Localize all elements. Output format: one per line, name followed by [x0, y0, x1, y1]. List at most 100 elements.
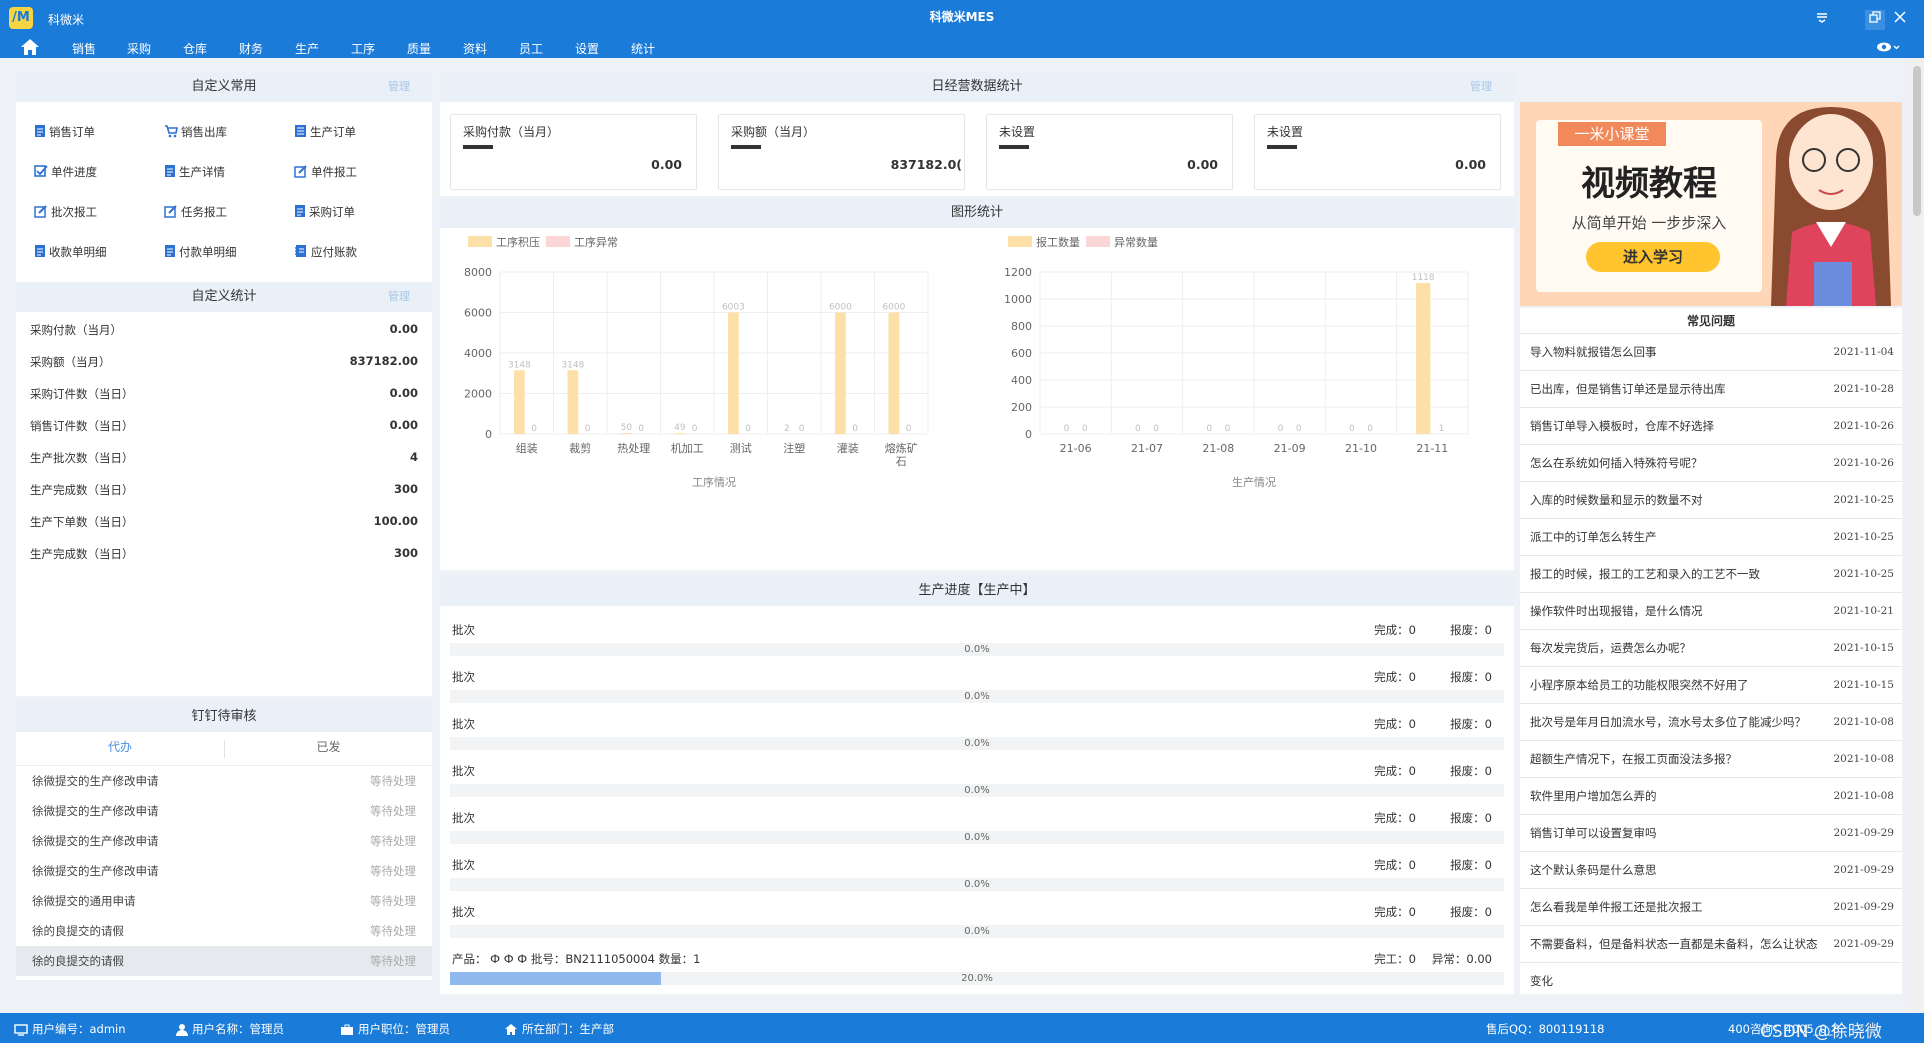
- progress-panel: 生产进度【生产中】 批次 完成：0 报废：0 0.0% 批次 完成：0 报废：0 0.0% 批次…: [440, 576, 1514, 994]
- faq-item[interactable]: 怎么在系统如何插入特殊符号呢？ 2021-10-26: [1520, 445, 1902, 482]
- bar: [567, 370, 579, 434]
- quick-production-order[interactable]: 生产订单: [294, 124, 356, 140]
- progress-scrap: 报废：0: [1450, 905, 1492, 919]
- faq-item[interactable]: 每次发完货后，运费怎么办呢？ 2021-10-15: [1520, 630, 1902, 667]
- restore-icon[interactable]: [1865, 10, 1885, 30]
- daily-stats-title: 日经营数据统计: [931, 79, 1023, 94]
- faq-item[interactable]: 这个默认条码是什么意思 2021-09-29: [1520, 852, 1902, 889]
- y-tick-label: 1000: [1004, 293, 1032, 306]
- quick-purchase-order[interactable]: 采购订单: [294, 204, 355, 220]
- menu-purchase[interactable]: 采购: [127, 40, 151, 57]
- approval-item[interactable]: 徐微提交的生产修改申请 等待处理: [16, 796, 432, 826]
- faq-date: 2021-10-25: [1833, 494, 1894, 506]
- faq-item[interactable]: 小程序原本给员工的功能权限突然不好用了 2021-10-15: [1520, 667, 1902, 704]
- close-icon[interactable]: [1890, 10, 1910, 30]
- graph-title: 图形统计: [950, 205, 1003, 220]
- faq-item-continued[interactable]: 变化: [1520, 963, 1902, 1000]
- faq-item[interactable]: 报工的时候，报工的工艺和录入的工艺不一致 2021-10-25: [1520, 556, 1902, 593]
- banner-title: 视频教程: [1581, 164, 1717, 204]
- faq-item[interactable]: 销售订单导入模板时，仓库不好选择 2021-10-26: [1520, 408, 1902, 445]
- quick-sales-order[interactable]: 销售订单: [34, 124, 95, 140]
- menu-down-icon[interactable]: [1812, 10, 1832, 30]
- stat-card: 未设置 0.00: [986, 114, 1233, 190]
- card-bar: [999, 145, 1029, 149]
- faq-date: 2021-10-21: [1833, 605, 1894, 617]
- faq-question: 超额生产情况下，在报工页面没法多报？: [1530, 752, 1737, 766]
- bar-value-label: 0: [692, 424, 698, 434]
- banner-learn-button[interactable]: 进入学习: [1586, 242, 1720, 272]
- ledger-icon: [295, 245, 306, 257]
- menu-quality[interactable]: 质量: [407, 40, 431, 57]
- tab-todo[interactable]: 代办: [16, 732, 224, 762]
- approval-item[interactable]: 徐微提交的生产修改申请 等待处理: [16, 856, 432, 886]
- status-qq: 售后QQ：800119118: [1486, 1022, 1605, 1036]
- approval-item[interactable]: 徐微提交的通用申请 等待处理: [16, 886, 432, 916]
- quick-sales-outbound[interactable]: 销售出库: [164, 124, 227, 140]
- quick-production-detail[interactable]: 生产详情: [164, 164, 225, 180]
- x-tick-label: 21-06: [1060, 442, 1092, 455]
- bar-value-label: 50: [621, 423, 633, 433]
- daily-stats-manage-link[interactable]: 管理: [1470, 72, 1492, 102]
- faq-item[interactable]: 操作软件时出现报错，是什么情况 2021-10-21: [1520, 593, 1902, 630]
- faq-item[interactable]: 销售订单可以设置复审吗 2021-09-29: [1520, 815, 1902, 852]
- menu-warehouse[interactable]: 仓库: [183, 40, 207, 57]
- approval-item[interactable]: 徐的良提交的请假 等待处理: [16, 946, 432, 976]
- tab-sent[interactable]: 已发: [225, 732, 432, 762]
- faq-item[interactable]: 已出库，但是销售订单还是显示待出库 2021-10-28: [1520, 371, 1902, 408]
- faq-item[interactable]: 批次号是年月日加流水号，流水号太多位了能减少吗？ 2021-10-08: [1520, 704, 1902, 741]
- menu-production[interactable]: 生产: [295, 40, 319, 57]
- custom-common-manage-link[interactable]: 管理: [388, 72, 410, 102]
- quick-payables[interactable]: 应付账款: [294, 244, 357, 260]
- scrollbar[interactable]: [1910, 58, 1924, 1013]
- y-tick-label: 0: [1025, 428, 1032, 441]
- faq-item[interactable]: 超额生产情况下，在报工页面没法多报？ 2021-10-08: [1520, 741, 1902, 778]
- faq-date: 2021-09-29: [1833, 938, 1894, 950]
- faq-item[interactable]: 软件里用户增加怎么弄的 2021-10-08: [1520, 778, 1902, 815]
- faq-question: 导入物料就报错怎么回事: [1530, 345, 1657, 359]
- quick-single-report[interactable]: 单件报工: [294, 164, 357, 180]
- faq-question: 派工中的订单怎么转生产: [1530, 530, 1657, 544]
- video-banner[interactable]: 一米小课堂 视频教程 从简单开始 一步步深入 进入学习: [1520, 102, 1902, 306]
- progress-percent: 0.0%: [964, 926, 990, 937]
- menu-finance[interactable]: 财务: [239, 40, 263, 57]
- quick-batch-report[interactable]: 批次报工: [34, 204, 97, 220]
- menu-sales[interactable]: 销售: [72, 40, 96, 57]
- menu-data[interactable]: 资料: [463, 40, 487, 57]
- stat-row: 生产完成数（当日） 300: [30, 482, 418, 497]
- faq-item[interactable]: 派工中的订单怎么转生产 2021-10-25: [1520, 519, 1902, 556]
- progress-row: 批次 完成：0 报废：0 0.0%: [450, 800, 1504, 846]
- faq-item[interactable]: 怎么看我是单件报工还是批次报工 2021-09-29: [1520, 889, 1902, 926]
- quick-receipt-detail[interactable]: 收款单明细: [34, 244, 107, 260]
- progress-bar: 0.0%: [450, 925, 1504, 938]
- bar-value-label: 6000: [882, 303, 905, 313]
- custom-stats-manage-link[interactable]: 管理: [388, 282, 410, 312]
- quick-task-report[interactable]: 任务报工: [164, 204, 227, 220]
- faq-item[interactable]: 不需要备料，但是备料状态一直都是未备料，怎么让状态 2021-09-29: [1520, 926, 1902, 963]
- checkbox-icon: [34, 165, 48, 177]
- scroll-thumb[interactable]: [1913, 66, 1921, 216]
- approval-item[interactable]: 徐微提交的生产修改申请 等待处理: [16, 826, 432, 856]
- menu-statistics[interactable]: 统计: [631, 40, 655, 57]
- menu-staff[interactable]: 员工: [519, 40, 543, 57]
- progress-title: 生产进度【生产中】: [918, 583, 1036, 598]
- faq-item[interactable]: 导入物料就报错怎么回事 2021-11-04: [1520, 334, 1902, 371]
- menu-process[interactable]: 工序: [351, 40, 375, 57]
- progress-done: 完成：0: [1374, 623, 1416, 637]
- faq-date: 2021-10-28: [1833, 383, 1894, 395]
- progress-bar: 0.0%: [450, 784, 1504, 797]
- eye-icon[interactable]: [1876, 41, 1900, 53]
- approval-item[interactable]: 徐微提交的生产修改申请 等待处理: [16, 766, 432, 796]
- quick-payment-detail[interactable]: 付款单明细: [164, 244, 237, 260]
- briefcase-icon: [341, 1024, 353, 1035]
- y-tick-label: 600: [1011, 347, 1032, 360]
- faq-item[interactable]: 入库的时候数量和显示的数量不对 2021-10-25: [1520, 482, 1902, 519]
- progress-header: 生产进度【生产中】: [440, 576, 1514, 606]
- bar-value-label: 0: [1296, 424, 1302, 434]
- bar-value-label: 0: [1153, 424, 1159, 434]
- menu-settings[interactable]: 设置: [575, 40, 599, 57]
- approval-item[interactable]: 徐的良提交的请假 等待处理: [16, 916, 432, 946]
- bar: [1416, 283, 1431, 434]
- home-icon[interactable]: [20, 38, 40, 56]
- faq-question: 小程序原本给员工的功能权限突然不好用了: [1530, 678, 1749, 692]
- quick-single-progress[interactable]: 单件进度: [34, 164, 97, 180]
